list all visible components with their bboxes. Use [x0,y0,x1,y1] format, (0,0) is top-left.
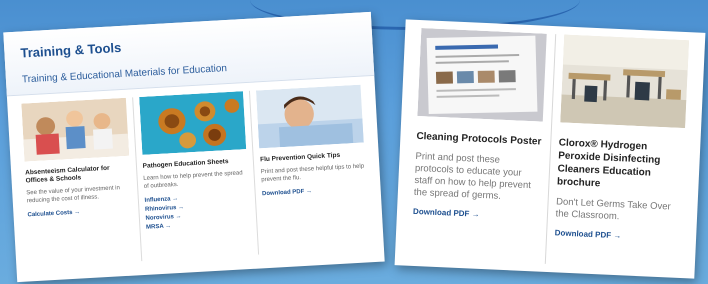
resource-cleaning-poster: Cleaning Protocols Poster Print and post… [403,28,555,264]
training-title: Training & Tools [20,39,122,61]
item-title: Pathogen Education Sheets [142,158,229,170]
resource-title: Clorox® Hydrogen Peroxide Disinfecting C… [556,137,661,190]
resources-card: Cleaning Protocols Poster Print and post… [394,19,706,279]
sick-person-photo [256,84,365,149]
download-pdf-link[interactable]: Download PDF → [262,184,367,199]
training-tools-card: Training & Tools Training & Educational … [3,11,385,283]
training-item-pathogen: Pathogen Education Sheets Learn how to h… [132,90,260,262]
classroom-photo [21,97,130,162]
item-desc: Learn how to help prevent the spread of … [143,170,243,190]
resource-title: Cleaning Protocols Poster [416,130,542,148]
item-desc: See the value of your investment in redu… [26,185,121,205]
item-title: Flu Prevention Quick Tips [259,151,341,164]
download-pdf-link[interactable]: Download PDF → [555,228,681,243]
pathogen-image [138,91,247,155]
poster-thumbnail [417,28,547,122]
training-item-absenteeism: Absenteeism Calculator for Offices & Sch… [15,97,142,268]
training-item-flu-tips: Flu Prevention Quick Tips Print and post… [250,84,376,254]
item-desc: Print and post these helpful tips to hel… [260,163,365,184]
resource-desc: Don't Let Germs Take Over the Classroom. [555,196,671,223]
classroom-thumbnail [559,34,690,129]
resource-clorox-brochure: Clorox® Hydrogen Peroxide Disinfecting C… [544,34,698,271]
calculate-costs-link[interactable]: Calculate Costs → [27,205,132,220]
resource-desc: Print and post these protocols to educat… [413,150,532,202]
item-title: Absenteeism Calculator for Offices & Sch… [24,164,110,185]
download-pdf-link[interactable]: Download PDF → [413,206,539,221]
